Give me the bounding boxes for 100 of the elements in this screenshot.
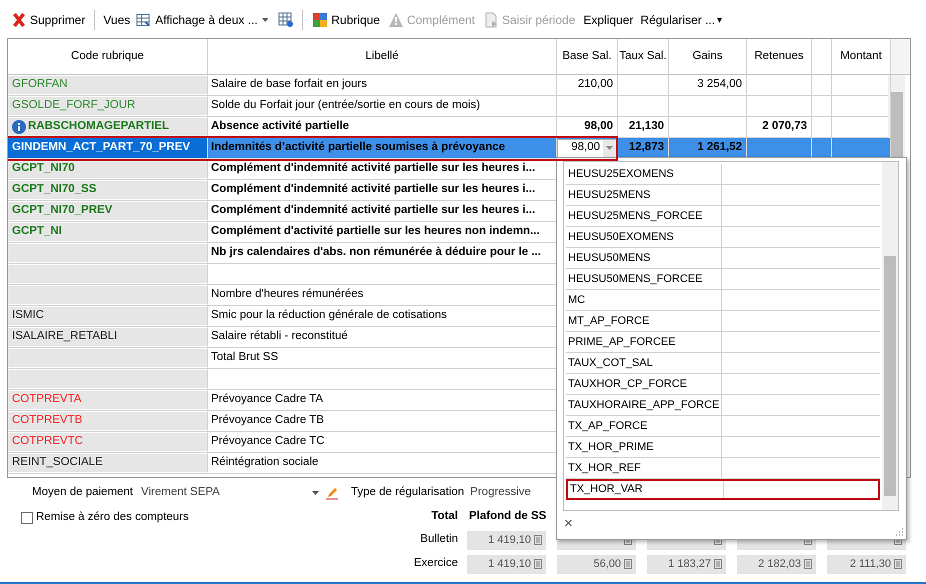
toolbar-button[interactable]: Rubrique xyxy=(311,11,381,29)
period-label: Exercice xyxy=(412,556,458,572)
column-header[interactable]: Taux Sal. xyxy=(618,39,669,74)
number-cell-text: 3 254,00 xyxy=(697,77,742,92)
toolbar-button[interactable]: Supprimer xyxy=(10,11,86,29)
regularization-label: Type de régularisation xyxy=(351,485,464,500)
option-row[interactable]: TX_HOR_REF xyxy=(566,458,880,479)
number-cell-text: 2 070,73 xyxy=(762,119,807,134)
option-row[interactable]: HEUSU50MENS xyxy=(566,248,880,269)
total-field: 2 182,03 xyxy=(737,554,816,574)
number-cell-text: 210,00 xyxy=(578,77,613,92)
code-text: ISALAIRE_RETABLI xyxy=(12,329,118,344)
number-cell-text: 12,873 xyxy=(628,140,664,156)
option-row[interactable]: TX_AP_FORCE xyxy=(566,416,880,437)
pencil-icon[interactable] xyxy=(325,486,340,500)
total-label: Total xyxy=(430,509,458,524)
scrollbar[interactable] xyxy=(882,162,898,510)
code-text: COTPREVTB xyxy=(12,413,82,428)
table-row[interactable]: GFORFAN Salaire de base forfait en jours 210,00 3 254,00 xyxy=(8,75,888,96)
info-icon xyxy=(12,120,26,134)
calculator-icon xyxy=(624,559,632,569)
option-row[interactable]: MT_AP_FORCE xyxy=(566,311,880,332)
color-grid-icon xyxy=(312,12,328,28)
reset-label: Remise à zéro des compteurs xyxy=(36,510,189,525)
label-cell-text: Nombre d'heures rémunérées xyxy=(211,287,364,302)
column-header[interactable]: Code rubrique xyxy=(8,39,208,74)
code-text: RABSCHOMAGEPARTIEL xyxy=(28,119,169,134)
column-header[interactable]: Libellé xyxy=(208,39,557,74)
total-field: 1 183,27 xyxy=(647,554,726,574)
option-row[interactable]: HEUSU25EXOMENS xyxy=(566,164,880,185)
code-text: GCPT_NI xyxy=(12,224,62,240)
toolbar-button[interactable]: Expliquer xyxy=(582,11,634,29)
code-text: GFORFAN xyxy=(12,77,68,92)
label-cell-text: Complément d'activité partielle sur les heures non indemn... xyxy=(211,224,540,240)
label-cell-text: Prévoyance Cadre TA xyxy=(211,392,324,408)
option-row[interactable]: HEUSU50EXOMENS xyxy=(566,227,880,248)
reset-checkbox[interactable] xyxy=(21,512,33,524)
label-cell-text: Complément d'indemnité activité partielle sur les heures i... xyxy=(211,203,536,218)
option-row[interactable]: PRIME_AP_FORCEE xyxy=(566,332,880,353)
resize-grip-icon[interactable] xyxy=(894,527,904,537)
number-cell-text: 98,00 xyxy=(584,119,613,134)
option-row[interactable]: TAUXHORAIRE_APP_FORCE xyxy=(566,395,880,416)
code-text: REINT_SOCIALE xyxy=(12,455,103,470)
base-input[interactable]: 98,00 xyxy=(557,138,617,158)
period-label: Bulletin xyxy=(419,532,458,548)
document-icon xyxy=(483,12,499,28)
regularize-menu[interactable]: Régulariser ... ▾ xyxy=(640,11,722,29)
label-cell-text: Solde du Forfait jour (entrée/sortie en cours de mois) xyxy=(211,98,480,114)
code-text: COTPREVTA xyxy=(12,392,82,408)
total-field: 1 419,10 xyxy=(467,554,546,574)
views-label: Vues xyxy=(103,12,130,29)
label-cell-text: Prévoyance Cadre TB xyxy=(211,413,324,428)
calculator-icon xyxy=(534,559,542,569)
payment-label: Moyen de paiement xyxy=(32,485,134,500)
label-cell-text: Total Brut SS xyxy=(211,350,278,366)
label-cell-text: Absence activité partielle xyxy=(211,119,350,134)
code-text: GSOLDE_FORF_JOUR xyxy=(12,98,136,114)
label-cell-text: Salaire de base forfait en jours xyxy=(211,77,367,92)
label-cell-text: Nb jrs calendaires d'abs. non rémunérée à déduire pour le ... xyxy=(211,245,541,260)
table-row[interactable]: GSOLDE_FORF_JOUR Solde du Forfait jour (entrée/sortie en cours de mois) xyxy=(8,96,888,117)
label-cell-text: Prévoyance Cadre TC xyxy=(211,434,325,450)
total-field: 1 419,10 xyxy=(467,530,546,550)
caret-icon: ▾ xyxy=(717,12,722,28)
delete-icon xyxy=(11,12,27,28)
label-cell-text: Indemnités d’activité partielle soumises à prévoyance xyxy=(211,140,506,156)
calculator-icon xyxy=(534,535,542,545)
table-icon xyxy=(136,12,152,28)
total-field: 56,00 xyxy=(557,554,636,574)
view-dropdown[interactable]: Affichage à deux ... xyxy=(136,11,272,29)
column-header[interactable]: Base Sal. xyxy=(557,39,618,74)
option-row[interactable]: TAUXHOR_CP_FORCE xyxy=(566,374,880,395)
caret-icon xyxy=(262,18,268,22)
column-header[interactable]: Retenues xyxy=(747,39,812,74)
option-row[interactable]: TX_HOR_PRIME xyxy=(566,437,880,458)
number-cell-text: 21,130 xyxy=(628,119,664,134)
code-text: GCPT_NI70_SS xyxy=(12,182,96,198)
option-row[interactable]: TX_HOR_VAR xyxy=(566,479,880,500)
option-row[interactable]: MC xyxy=(566,290,880,311)
label-cell-text: Smic pour la réduction générale de cotisations xyxy=(211,308,447,324)
caret-icon xyxy=(312,491,320,495)
calculator-icon xyxy=(804,559,812,569)
option-row[interactable]: HEUSU25MENS xyxy=(566,185,880,206)
code-text: GINDEMN_ACT_PART_70_PREV xyxy=(12,140,190,156)
regularization-value: Progressive xyxy=(470,485,531,500)
close-button[interactable]: × xyxy=(564,516,573,531)
ceiling-label: Plafond de SS xyxy=(469,509,546,524)
total-field: 2 111,30 xyxy=(827,554,906,574)
label-cell-text: Complément d'indemnité activité partielle sur les heures i... xyxy=(211,161,536,176)
warning-icon xyxy=(388,12,404,28)
code-text: GCPT_NI70 xyxy=(12,161,75,176)
option-row[interactable]: HEUSU50MENS_FORCEE xyxy=(566,269,880,290)
column-header[interactable]: Gains xyxy=(669,39,747,74)
option-row[interactable]: TAUX_COT_SAL xyxy=(566,353,880,374)
calculator-icon xyxy=(894,559,902,569)
table-row[interactable]: GINDEMN_ACT_PART_70_PREV Indemnités d’activité partielle soumises à prévoyance 98,00 12,873 1 261,52 xyxy=(8,138,888,159)
label-cell-text: Réintégration sociale xyxy=(211,455,318,470)
code-text: GCPT_NI70_PREV xyxy=(12,203,112,218)
option-row[interactable]: HEUSU25MENS_FORCEE xyxy=(566,206,880,227)
caret-icon xyxy=(606,146,613,150)
grid-settings-icon[interactable] xyxy=(278,12,294,28)
